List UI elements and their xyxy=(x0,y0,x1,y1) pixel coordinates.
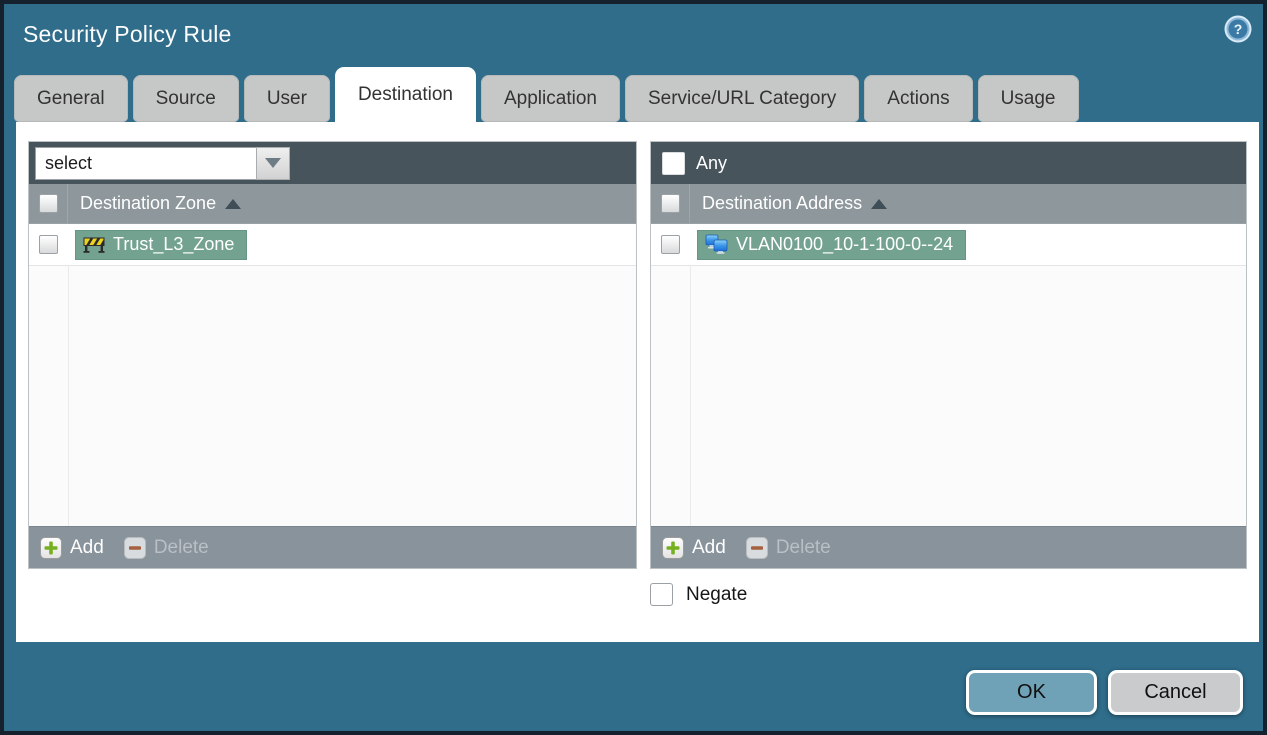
delete-minus-icon xyxy=(745,536,768,559)
network-address-icon xyxy=(705,234,728,254)
add-plus-icon xyxy=(40,536,62,559)
address-panel-toolbar: Any xyxy=(651,142,1246,184)
zone-barrier-icon xyxy=(83,237,105,253)
address-row-list: VLAN0100_10-1-100-0--24 xyxy=(651,224,1246,526)
zone-header-checkbox-cell xyxy=(29,184,68,223)
address-action-bar: Add Delete xyxy=(651,526,1246,568)
ok-button[interactable]: OK xyxy=(966,670,1097,715)
svg-text:?: ? xyxy=(1234,21,1243,37)
zone-chip-label: Trust_L3_Zone xyxy=(113,233,235,254)
tab-service-url-category[interactable]: Service/URL Category xyxy=(624,75,860,122)
zone-row-list: Trust_L3_Zone xyxy=(29,224,636,526)
zone-column-header-label: Destination Zone xyxy=(80,193,242,214)
zone-select-combo xyxy=(35,146,290,180)
zone-chip[interactable]: Trust_L3_Zone xyxy=(75,229,248,260)
address-header-checkbox-cell xyxy=(651,184,690,223)
negate-label: Negate xyxy=(686,583,748,605)
tab-source[interactable]: Source xyxy=(132,75,239,122)
zone-add-button[interactable]: Add xyxy=(40,536,104,559)
address-delete-button[interactable]: Delete xyxy=(745,536,831,559)
address-row-checkbox-cell xyxy=(651,224,690,265)
sort-ascending-icon xyxy=(871,198,888,209)
zone-row-checkbox-cell xyxy=(29,224,68,265)
sort-ascending-icon xyxy=(225,198,242,209)
address-row-checkbox[interactable] xyxy=(661,235,680,254)
tab-general[interactable]: General xyxy=(14,75,128,122)
address-row[interactable]: VLAN0100_10-1-100-0--24 xyxy=(651,224,1246,266)
help-icon: ? xyxy=(1224,15,1252,43)
negate-checkbox[interactable] xyxy=(650,583,673,606)
address-chip-label: VLAN0100_10-1-100-0--24 xyxy=(736,233,954,254)
address-column-header-label: Destination Address xyxy=(702,193,888,214)
dialog-title: Security Policy Rule xyxy=(23,21,232,47)
zone-row-checkbox[interactable] xyxy=(39,235,58,254)
address-chip[interactable]: VLAN0100_10-1-100-0--24 xyxy=(697,229,967,260)
destination-tab-content: Destination Zone xyxy=(16,122,1259,642)
destination-zone-panel: Destination Zone xyxy=(28,141,637,569)
any-address-checkbox[interactable] xyxy=(662,151,685,175)
any-address-label: Any xyxy=(696,152,728,173)
delete-minus-icon xyxy=(123,536,146,559)
negate-row: Negate xyxy=(650,583,747,606)
security-policy-rule-dialog: Security Policy Rule ? General Source Us… xyxy=(0,0,1267,735)
address-column-header[interactable]: Destination Address xyxy=(651,184,1246,224)
tab-user[interactable]: User xyxy=(243,75,330,122)
zone-column-header[interactable]: Destination Zone xyxy=(29,184,636,224)
cancel-button[interactable]: Cancel xyxy=(1108,670,1243,715)
zone-select-dropdown-button[interactable] xyxy=(256,146,290,180)
zone-action-bar: Add Delete xyxy=(29,526,636,568)
tab-destination[interactable]: Destination xyxy=(334,67,476,122)
address-select-all-checkbox[interactable] xyxy=(660,194,680,213)
help-button[interactable]: ? xyxy=(1223,14,1253,44)
destination-address-panel: Any Destination Address VLAN0100_10-1-10… xyxy=(650,141,1247,569)
zone-panel-toolbar xyxy=(29,142,636,184)
tab-application[interactable]: Application xyxy=(481,75,620,122)
chevron-down-icon xyxy=(265,158,281,168)
zone-row[interactable]: Trust_L3_Zone xyxy=(29,224,636,266)
zone-select-all-checkbox[interactable] xyxy=(38,194,58,213)
add-plus-icon xyxy=(662,536,684,559)
tab-bar: General Source User Destination Applicat… xyxy=(14,66,1253,122)
zone-delete-button[interactable]: Delete xyxy=(123,536,209,559)
address-add-button[interactable]: Add xyxy=(662,536,726,559)
tab-actions[interactable]: Actions xyxy=(864,75,973,122)
tab-usage[interactable]: Usage xyxy=(977,75,1079,122)
zone-select-input[interactable] xyxy=(35,146,256,180)
